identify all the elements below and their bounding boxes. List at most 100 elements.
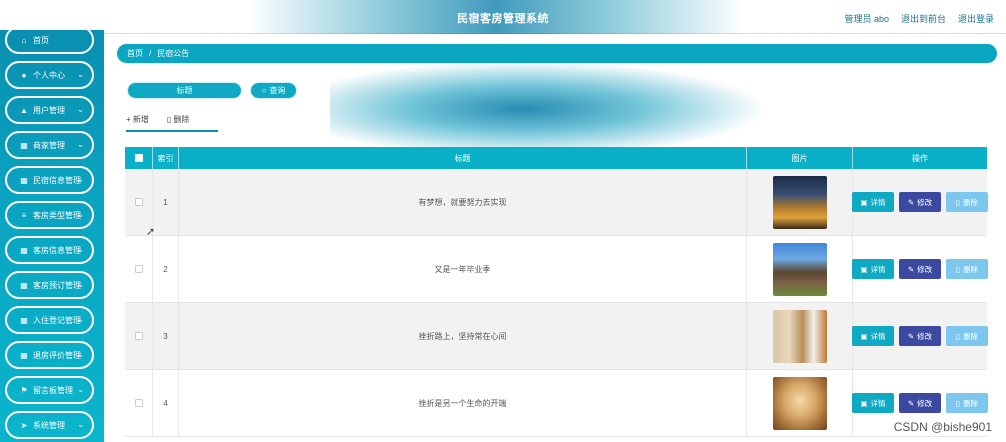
flag-icon: ⚑ xyxy=(20,385,28,395)
content-backdrop xyxy=(330,62,760,147)
sidebar-item-merchants[interactable]: ▦ 商家管理 ⌄ xyxy=(5,131,94,159)
sidebar-item-homestay-info[interactable]: ▦ 民宿信息管理 ⌄ xyxy=(5,166,94,194)
back-to-front-link[interactable]: 退出到前台 xyxy=(901,12,946,25)
row-checkbox[interactable] xyxy=(134,265,143,273)
edit-button[interactable]: ✎ 修改 xyxy=(899,326,941,346)
grid-icon: ▦ xyxy=(20,245,28,255)
row-title: 有梦想，就要努力去实现 xyxy=(179,169,747,235)
sidebar-item-message-board[interactable]: ⚑ 留言板管理 ⌄ xyxy=(5,376,94,404)
trash-icon: ▯ xyxy=(955,197,961,207)
add-label: 新增 xyxy=(132,115,149,124)
delete-label: 删除 xyxy=(963,398,979,408)
row-title: 挫折路上，坚持常在心间 xyxy=(179,303,747,369)
column-header-image: 图片 xyxy=(747,147,853,169)
delete-button[interactable]: ▯ 删除 xyxy=(946,326,988,346)
action-tabs: + 新增 ▯ 删除 xyxy=(126,114,190,125)
delete-label: 删除 xyxy=(963,331,979,341)
chevron-down-icon: ⌄ xyxy=(77,105,84,114)
search-button-label: 查询 xyxy=(269,86,286,95)
notice-table: 索引 标题 图片 操作 1 有梦想，就要努力去实现 ▣ 详情 ✎ 修改 ▯ 删除 2 … xyxy=(125,147,988,437)
plus-icon: + xyxy=(126,115,133,124)
batch-delete-button[interactable]: ▯ 删除 xyxy=(167,114,190,125)
title-search-input[interactable]: 标题 xyxy=(127,82,242,99)
select-all-checkbox[interactable] xyxy=(134,154,143,162)
detail-button[interactable]: ▣ 详情 xyxy=(852,393,894,413)
detail-label: 详情 xyxy=(870,398,886,408)
edit-button[interactable]: ✎ 修改 xyxy=(899,393,941,413)
sidebar-item-label: 退房评价管理 xyxy=(33,350,81,360)
sidebar-item-users[interactable]: ▲ 用户管理 ⌄ xyxy=(5,96,94,124)
row-checkbox[interactable] xyxy=(134,332,143,340)
chevron-down-icon: ⌄ xyxy=(77,70,84,79)
edit-button[interactable]: ✎ 修改 xyxy=(899,259,941,279)
row-checkbox[interactable] xyxy=(134,399,143,407)
grid-icon: ▦ xyxy=(20,280,28,290)
row-image[interactable] xyxy=(772,242,827,296)
detail-button[interactable]: ▣ 详情 xyxy=(852,192,894,212)
sidebar-item-label: 商家管理 xyxy=(33,140,65,150)
top-header: 民宿客房管理系统 管理员 abo 退出到前台 退出登录 xyxy=(0,0,1006,34)
edit-button[interactable]: ✎ 修改 xyxy=(899,192,941,212)
sidebar-item-label: 个人中心 xyxy=(33,70,65,80)
sidebar-item-label: 系统管理 xyxy=(33,420,65,430)
column-header-title: 标题 xyxy=(179,147,747,169)
detail-label: 详情 xyxy=(870,331,886,341)
delete-button[interactable]: ▯ 删除 xyxy=(946,259,988,279)
edit-label: 修改 xyxy=(917,197,933,207)
row-checkbox[interactable] xyxy=(134,198,143,206)
chevron-down-icon: ⌄ xyxy=(77,315,84,324)
row-image[interactable] xyxy=(772,376,827,430)
chevron-down-icon: ⌄ xyxy=(77,245,84,254)
detail-label: 详情 xyxy=(870,264,886,274)
document-icon: ▣ xyxy=(860,197,868,207)
trash-icon: ▯ xyxy=(955,264,961,274)
breadcrumb-separator: / xyxy=(149,49,152,58)
delete-label: 删除 xyxy=(173,115,190,124)
sidebar-item-label: 客房类型管理 xyxy=(33,210,81,220)
sidebar-item-room-info[interactable]: ▦ 客房信息管理 ⌄ xyxy=(5,236,94,264)
admin-label[interactable]: 管理员 abo xyxy=(844,12,889,25)
add-button[interactable]: + 新增 xyxy=(126,114,149,125)
delete-label: 删除 xyxy=(963,197,979,207)
sidebar-item-checkout-review[interactable]: ▦ 退房评价管理 ⌄ xyxy=(5,341,94,369)
logout-link[interactable]: 退出登录 xyxy=(958,12,994,25)
breadcrumb: 首页 / 民宿公告 xyxy=(117,44,997,63)
detail-button[interactable]: ▣ 详情 xyxy=(852,326,894,346)
sidebar-item-home[interactable]: ⌂ 首页 xyxy=(5,30,94,54)
tabs-underline xyxy=(126,130,218,132)
header-checkbox-cell xyxy=(125,147,153,169)
chevron-down-icon: ⌄ xyxy=(77,280,84,289)
pencil-icon: ✎ xyxy=(907,331,915,341)
row-image[interactable] xyxy=(772,175,827,229)
document-icon: ▣ xyxy=(860,398,868,408)
sidebar-item-system[interactable]: ➤ 系统管理 ⌄ xyxy=(5,411,94,439)
sidebar-item-room-types[interactable]: ≡ 客房类型管理 ⌄ xyxy=(5,201,94,229)
sidebar-item-label: 用户管理 xyxy=(33,105,65,115)
trash-icon: ▯ xyxy=(166,115,174,124)
sidebar-item-label: 民宿信息管理 xyxy=(33,175,81,185)
sidebar-item-profile[interactable]: ● 个人中心 ⌄ xyxy=(5,61,94,89)
row-title: 挫折是另一个生命的开端 xyxy=(179,370,747,436)
chevron-down-icon: ⌄ xyxy=(77,210,84,219)
sidebar-item-checkin[interactable]: ▦ 入住登记管理 ⌄ xyxy=(5,306,94,334)
sidebar-item-bookings[interactable]: ▦ 客房预订管理 ⌄ xyxy=(5,271,94,299)
detail-button[interactable]: ▣ 详情 xyxy=(852,259,894,279)
row-title: 又是一年毕业季 xyxy=(179,236,747,302)
table-row: 2 又是一年毕业季 ▣ 详情 ✎ 修改 ▯ 删除 xyxy=(125,236,988,303)
document-icon: ▣ xyxy=(860,331,868,341)
thumb-icon: ▲ xyxy=(20,105,28,115)
sidebar-item-label: 留言板管理 xyxy=(33,385,73,395)
grid-icon: ▦ xyxy=(20,140,28,150)
document-icon: ▣ xyxy=(860,264,868,274)
row-index: 4 xyxy=(153,370,179,436)
delete-button[interactable]: ▯ 删除 xyxy=(946,192,988,212)
breadcrumb-home[interactable]: 首页 xyxy=(127,48,143,59)
row-image[interactable] xyxy=(772,309,827,363)
delete-button[interactable]: ▯ 删除 xyxy=(946,393,988,413)
pencil-icon: ✎ xyxy=(907,398,915,408)
chevron-down-icon: ⌄ xyxy=(77,175,84,184)
table-row: 1 有梦想，就要努力去实现 ▣ 详情 ✎ 修改 ▯ 删除 xyxy=(125,169,988,236)
search-button[interactable]: ○ 查询 xyxy=(250,82,297,99)
grid-icon: ▦ xyxy=(20,315,28,325)
sidebar-item-label: 首页 xyxy=(33,35,49,45)
